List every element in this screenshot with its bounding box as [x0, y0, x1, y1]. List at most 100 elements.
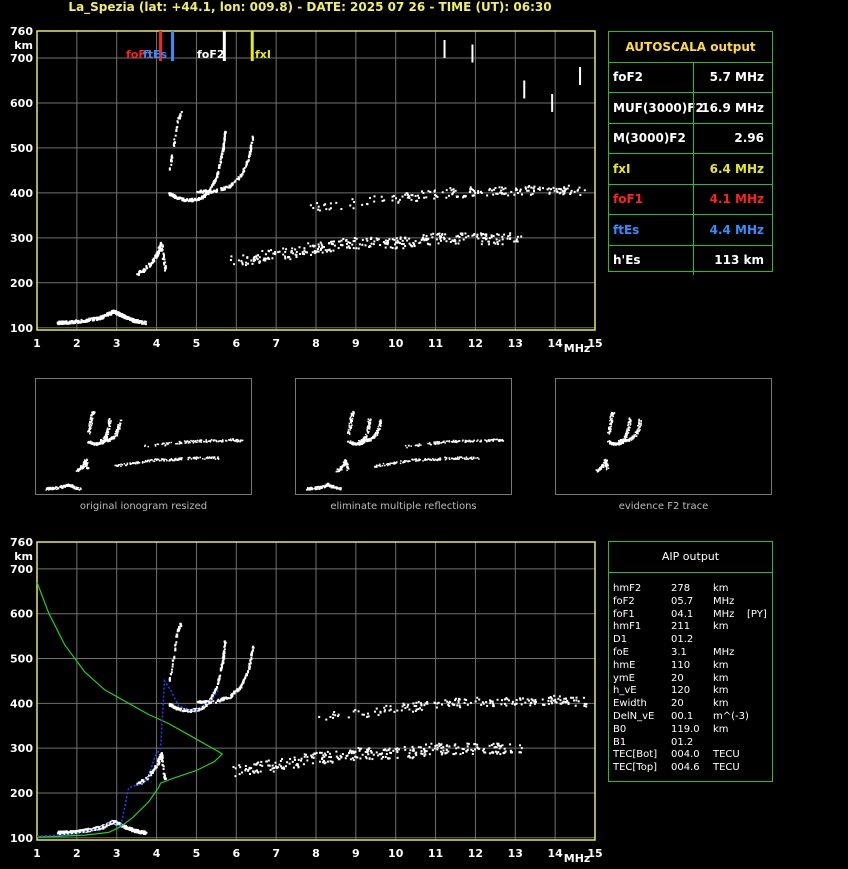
noise-dot — [352, 207, 355, 210]
noise-dot — [419, 707, 422, 710]
noise-dot — [450, 189, 453, 192]
multiple-echo-dot — [289, 757, 292, 760]
multiple-echo-dot — [335, 750, 338, 753]
multiple-echo-dot — [292, 766, 295, 769]
multiple-echo-dot — [329, 240, 332, 243]
multiple-echo-dot — [421, 753, 424, 756]
y-tick-label: 100 — [10, 322, 33, 335]
multiple-echo-dot — [391, 238, 394, 241]
f1-trace-dot — [163, 263, 166, 266]
noise-dot — [429, 191, 432, 194]
multiple-echo-dot — [274, 251, 277, 254]
aip-value: 211 — [671, 621, 691, 633]
multiple-echo-dot — [248, 772, 251, 775]
multiple-echo-dot — [356, 756, 359, 759]
fitted-trace-line — [36, 678, 219, 838]
es-trace-dot — [80, 321, 83, 324]
noise-dot — [552, 186, 555, 189]
f2-o-trace-dot — [213, 181, 216, 184]
multiple-echo-dot — [345, 242, 348, 245]
noise-dot — [549, 695, 552, 698]
multiple-echo-dot — [499, 753, 502, 756]
multiple-echo-dot — [339, 754, 342, 757]
noise-dot — [558, 192, 561, 195]
noise-dot — [533, 700, 536, 703]
multiple-echo-dot — [294, 248, 297, 251]
x-tick-label: 14 — [547, 847, 563, 860]
aip-value: 00.1 — [671, 711, 694, 722]
es-trace-dot — [98, 318, 101, 321]
noise-dot — [347, 716, 350, 719]
noise-dot — [392, 194, 395, 197]
multiple-echo-dot — [250, 259, 253, 262]
noise-dot — [415, 705, 418, 708]
multiple-echo-dot — [440, 747, 443, 750]
noise-dot — [466, 703, 469, 706]
x-tick-label: 8 — [312, 847, 320, 860]
autoscala-value: 6.4 MHz — [709, 161, 764, 176]
noise-dot — [452, 188, 455, 191]
f1-trace-dot — [164, 777, 167, 780]
f2-x-trace-dot — [240, 684, 243, 687]
aip-row: Ewidth 20 km — [613, 697, 770, 710]
multiple-echo-dot — [455, 747, 458, 750]
es-trace-dot — [129, 318, 132, 321]
thumbnail-no-multiple — [295, 378, 512, 495]
noise-dot — [507, 194, 510, 197]
multiple-echo-dot — [284, 250, 287, 253]
f1-trace-dot — [160, 243, 163, 246]
noise-dot — [534, 700, 537, 703]
noise-dot — [486, 704, 489, 707]
noise-dot — [477, 191, 480, 194]
multiple-echo-dot — [273, 766, 276, 769]
es-trace-dot — [84, 828, 87, 831]
f1-trace-dot — [158, 245, 161, 248]
aip-name: foE — [613, 647, 629, 658]
multiple-echo-dot — [326, 760, 329, 763]
multiple-echo-dot — [453, 753, 456, 756]
aip-name: hmF1 — [613, 621, 642, 633]
multiple-echo-dot — [472, 749, 475, 752]
aip-name: ymE — [613, 672, 635, 684]
noise-dot — [335, 201, 338, 204]
multiple-echo-dot — [387, 239, 390, 242]
aip-unit: m^(-3) — [713, 711, 749, 722]
es-trace-dot — [105, 312, 108, 315]
noise-dot — [500, 189, 503, 192]
f1-trace-dot — [149, 264, 152, 267]
f2-x-trace-dot — [240, 175, 243, 178]
noise-dot — [501, 192, 504, 195]
f1-trace-dot — [158, 761, 161, 764]
multiple-echo-dot — [488, 237, 491, 240]
f2-x-trace-dot — [236, 690, 239, 693]
noise-dot — [433, 189, 436, 192]
multiple-echo-dot — [229, 259, 232, 262]
y-tick-label: 700 — [10, 563, 33, 576]
f1-trace-dot — [163, 258, 166, 261]
noise-dot — [504, 702, 507, 705]
autoscala-divider — [693, 245, 694, 275]
multiple-echo-dot — [361, 243, 364, 246]
multiple-echo-dot — [424, 743, 427, 746]
noise-dot — [583, 704, 586, 707]
multiple-echo-dot — [357, 247, 360, 250]
multiple-echo-dot — [265, 257, 268, 260]
noise-dot — [373, 710, 376, 713]
multiple-echo-dot — [384, 748, 387, 751]
es-trace-dot — [57, 831, 60, 834]
multiple-echo-dot — [354, 755, 357, 758]
noise-dot — [464, 195, 467, 198]
f2-x-trace-dot — [234, 179, 237, 182]
y-tick-label: 760 — [10, 536, 33, 549]
multiple-echo-dot — [441, 233, 444, 236]
noise-dot — [446, 700, 449, 703]
aip-title: AIP output — [609, 542, 772, 573]
multiple-echo-dot — [409, 749, 412, 752]
f2-x-trace-dot — [249, 661, 252, 664]
multiple-echo-dot — [480, 243, 483, 246]
multiple-echo-dot — [501, 243, 504, 246]
x-tick-label: 1 — [33, 847, 41, 860]
multiple-echo-dot — [271, 257, 274, 260]
multiple-echo-dot — [303, 247, 306, 250]
multiple-echo-dot — [516, 235, 519, 238]
